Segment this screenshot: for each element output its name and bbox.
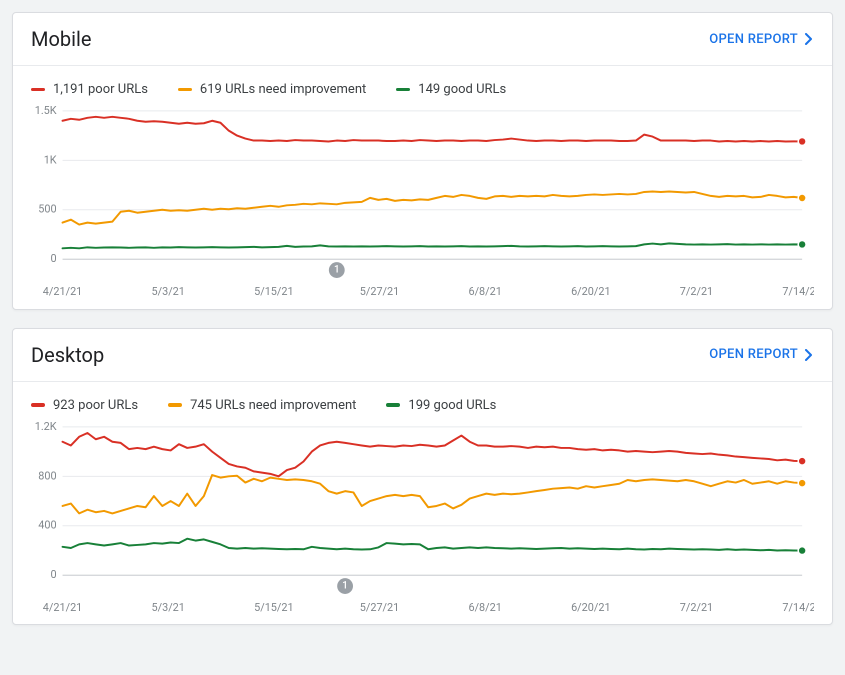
- svg-text:7/14/21: 7/14/21: [782, 600, 814, 613]
- svg-text:1: 1: [334, 265, 340, 276]
- desktop-legend: 923 poor URLs 745 URLs need improvement …: [13, 382, 832, 417]
- open-report-label: OPEN REPORT: [709, 347, 798, 362]
- legend-poor-label: 923 poor URLs: [53, 398, 138, 413]
- svg-text:1.2K: 1.2K: [35, 419, 57, 432]
- mobile-card: Mobile OPEN REPORT 1,191 poor URLs 619 U…: [12, 12, 833, 310]
- svg-text:1K: 1K: [44, 153, 57, 166]
- svg-text:5/27/21: 5/27/21: [360, 285, 399, 298]
- swatch-good: [386, 403, 400, 407]
- legend-poor-label: 1,191 poor URLs: [53, 82, 148, 97]
- svg-text:5/3/21: 5/3/21: [152, 600, 185, 613]
- svg-text:6/8/21: 6/8/21: [468, 285, 501, 298]
- svg-text:7/2/21: 7/2/21: [680, 285, 713, 298]
- legend-need-label: 619 URLs need improvement: [200, 82, 366, 97]
- svg-text:5/15/21: 5/15/21: [254, 285, 293, 298]
- swatch-good: [396, 88, 410, 92]
- svg-text:7/2/21: 7/2/21: [680, 600, 713, 613]
- legend-good: 199 good URLs: [386, 398, 496, 413]
- svg-text:4/21/21: 4/21/21: [43, 285, 82, 298]
- desktop-title: Desktop: [31, 343, 104, 367]
- open-report-mobile[interactable]: OPEN REPORT: [709, 32, 814, 47]
- legend-good-label: 199 good URLs: [408, 398, 496, 413]
- open-report-label: OPEN REPORT: [709, 32, 798, 47]
- svg-text:7/14/21: 7/14/21: [782, 285, 814, 298]
- svg-text:1.5K: 1.5K: [35, 104, 57, 117]
- svg-text:400: 400: [38, 518, 56, 531]
- open-report-desktop[interactable]: OPEN REPORT: [709, 347, 814, 362]
- svg-text:1: 1: [342, 580, 348, 591]
- mobile-chart: 0 500 1K 1.5K 4/21/21 5/3/21 5/15/21 5/27/21 6/8…: [13, 101, 832, 309]
- svg-text:6/20/21: 6/20/21: [571, 600, 610, 613]
- legend-need: 619 URLs need improvement: [178, 82, 366, 97]
- svg-text:4/21/21: 4/21/21: [43, 600, 82, 613]
- svg-text:5/27/21: 5/27/21: [360, 600, 399, 613]
- desktop-card-header: Desktop OPEN REPORT: [13, 329, 832, 373]
- svg-text:6/8/21: 6/8/21: [468, 600, 501, 613]
- svg-text:800: 800: [38, 469, 56, 482]
- swatch-poor: [31, 88, 45, 92]
- legend-good-label: 149 good URLs: [418, 82, 506, 97]
- svg-text:0: 0: [51, 568, 57, 581]
- mobile-title: Mobile: [31, 27, 91, 51]
- svg-text:500: 500: [38, 203, 56, 216]
- chevron-right-icon: [804, 33, 814, 45]
- swatch-need: [178, 88, 192, 92]
- swatch-poor: [31, 403, 45, 407]
- svg-text:5/3/21: 5/3/21: [152, 285, 185, 298]
- svg-text:5/15/21: 5/15/21: [254, 600, 293, 613]
- legend-poor: 923 poor URLs: [31, 398, 138, 413]
- chevron-right-icon: [804, 349, 814, 361]
- desktop-card: Desktop OPEN REPORT 923 poor URLs 745 UR…: [12, 328, 833, 626]
- legend-poor: 1,191 poor URLs: [31, 82, 148, 97]
- mobile-card-header: Mobile OPEN REPORT: [13, 13, 832, 57]
- legend-need-label: 745 URLs need improvement: [190, 398, 356, 413]
- swatch-need: [168, 403, 182, 407]
- legend-good: 149 good URLs: [396, 82, 506, 97]
- svg-text:0: 0: [51, 252, 57, 265]
- svg-text:6/20/21: 6/20/21: [571, 285, 610, 298]
- desktop-chart: 0 400 800 1.2K 4/21/21 5/3/21 5/15/21 5/27/21 6/…: [13, 417, 832, 625]
- mobile-legend: 1,191 poor URLs 619 URLs need improvemen…: [13, 66, 832, 101]
- legend-need: 745 URLs need improvement: [168, 398, 356, 413]
